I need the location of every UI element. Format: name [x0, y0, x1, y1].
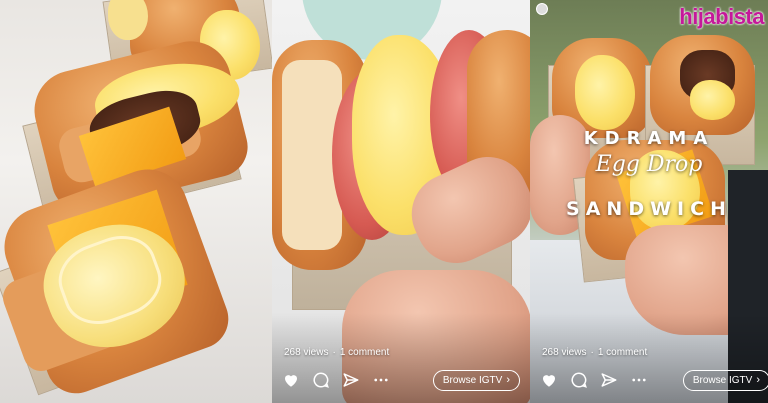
send-icon[interactable]	[342, 371, 360, 389]
logo-text: hijabista	[679, 4, 764, 29]
avatar[interactable]	[536, 3, 548, 15]
igtv-panel-middle[interactable]: 268 views · 1 comment Browse IGTV ›	[272, 0, 530, 403]
video-stats: 268 views · 1 comment	[284, 347, 390, 358]
more-icon[interactable]	[372, 371, 390, 389]
heart-icon[interactable]	[540, 371, 558, 389]
more-icon[interactable]	[630, 371, 648, 389]
browse-igtv-label: Browse IGTV	[692, 375, 753, 386]
action-bar	[282, 371, 390, 389]
title-line-2: Egg Drop	[595, 152, 703, 177]
browse-igtv-label: Browse IGTV	[442, 375, 503, 386]
sandwich-egg	[690, 80, 735, 120]
sandwich-egg	[575, 55, 635, 130]
igtv-collage: 268 views · 1 comment Browse IGTV › hijabi…	[0, 0, 768, 403]
comment-count[interactable]: 1 comment	[340, 347, 389, 358]
title-line-3: SANDWICH	[566, 198, 732, 220]
view-count: 268 views	[284, 347, 329, 358]
brand-logo: hijabista	[679, 4, 764, 30]
title-line-1: KDRAMA	[583, 128, 715, 149]
chevron-right-icon: ›	[506, 374, 510, 386]
send-icon[interactable]	[600, 371, 618, 389]
comment-count[interactable]: 1 comment	[598, 347, 647, 358]
action-bar	[540, 371, 648, 389]
comment-icon[interactable]	[570, 371, 588, 389]
browse-igtv-button[interactable]: Browse IGTV ›	[682, 370, 768, 391]
browse-igtv-button[interactable]: Browse IGTV ›	[432, 370, 520, 391]
igtv-panel-right[interactable]: hijabista KDRAMA Egg Drop SANDWICH 268 v…	[530, 0, 768, 403]
heart-icon[interactable]	[282, 371, 300, 389]
view-count: 268 views	[542, 347, 587, 358]
account-handle[interactable]	[536, 3, 548, 15]
chevron-right-icon: ›	[756, 374, 760, 386]
video-stats: 268 views · 1 comment	[542, 347, 648, 358]
comment-icon[interactable]	[312, 371, 330, 389]
photo-panel-left	[0, 0, 272, 403]
